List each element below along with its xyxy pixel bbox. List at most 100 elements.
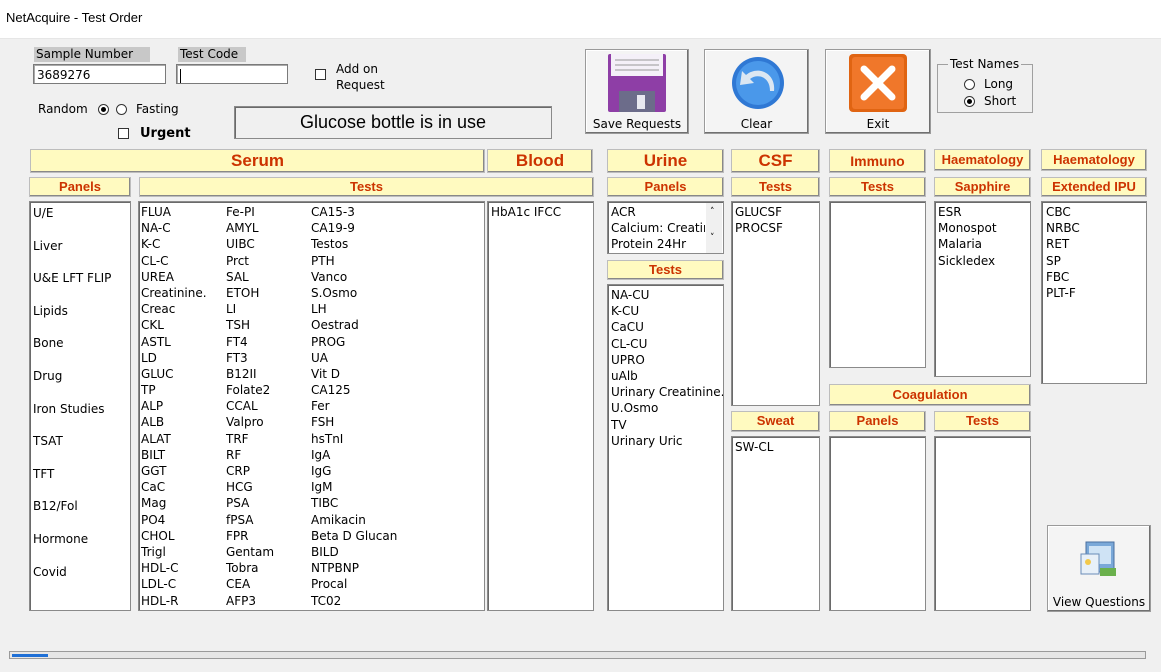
- serum-panel-item[interactable]: Hormone: [30, 528, 130, 561]
- long-names-radio[interactable]: [964, 79, 975, 90]
- serum-test-item[interactable]: Trigl: [141, 544, 225, 560]
- urine-test-item[interactable]: K-CU: [611, 303, 723, 319]
- serum-test-item[interactable]: CHOL: [141, 528, 225, 544]
- serum-test-item[interactable]: Beta D Glucan: [311, 528, 481, 544]
- serum-test-item[interactable]: ALB: [141, 414, 225, 430]
- clear-button[interactable]: Clear: [704, 49, 809, 134]
- sapphire-test-item[interactable]: Monospot: [938, 220, 997, 236]
- serum-panel-item[interactable]: Drug: [30, 365, 130, 398]
- serum-panel-item[interactable]: Iron Studies: [30, 398, 130, 431]
- urine-panel-item[interactable]: ACR: [611, 204, 705, 220]
- serum-test-item[interactable]: ALAT: [141, 431, 225, 447]
- serum-test-item[interactable]: FT4: [226, 334, 310, 350]
- serum-test-item[interactable]: hsTnI: [311, 431, 481, 447]
- serum-test-item[interactable]: fPSA: [226, 512, 310, 528]
- serum-test-item[interactable]: TC02: [311, 593, 481, 609]
- serum-test-item[interactable]: Prct: [226, 253, 310, 269]
- sample-number-input[interactable]: 3689276: [33, 64, 166, 84]
- serum-test-item[interactable]: CA19-9: [311, 220, 481, 236]
- sweat-tests-list[interactable]: SW-CL: [731, 436, 820, 611]
- extended-ipu-test-item[interactable]: CBC: [1046, 204, 1080, 220]
- urine-panels-scrollbar[interactable]: ˄ ˅: [706, 203, 722, 253]
- serum-test-item[interactable]: LI: [226, 301, 310, 317]
- blood-tests-list[interactable]: HbA1c IFCC: [487, 201, 594, 611]
- serum-test-item[interactable]: FT3: [226, 350, 310, 366]
- urine-panel-item[interactable]: Protein 24Hr: [611, 236, 705, 252]
- blood-test-item[interactable]: HbA1c IFCC: [491, 204, 561, 220]
- chevron-up-icon[interactable]: ˄: [710, 207, 715, 217]
- serum-test-item[interactable]: Procal: [311, 576, 481, 592]
- extended-ipu-test-item[interactable]: PLT-F: [1046, 285, 1080, 301]
- urine-test-item[interactable]: TV: [611, 417, 723, 433]
- urine-test-item[interactable]: CL-CU: [611, 336, 723, 352]
- serum-test-item[interactable]: Amikacin: [311, 512, 481, 528]
- serum-panel-item[interactable]: Covid: [30, 561, 130, 594]
- serum-panel-item[interactable]: TSAT: [30, 430, 130, 463]
- extended-ipu-test-item[interactable]: NRBC: [1046, 220, 1080, 236]
- save-requests-button[interactable]: Save Requests: [585, 49, 689, 134]
- serum-test-item[interactable]: PROG: [311, 334, 481, 350]
- urine-test-item[interactable]: CaCU: [611, 319, 723, 335]
- serum-test-item[interactable]: FSH: [311, 414, 481, 430]
- serum-test-item[interactable]: Testos: [311, 236, 481, 252]
- serum-test-item[interactable]: IgA: [311, 447, 481, 463]
- extended-ipu-test-item[interactable]: RET: [1046, 236, 1080, 252]
- serum-test-item[interactable]: FPR: [226, 528, 310, 544]
- serum-test-item[interactable]: PSA: [226, 495, 310, 511]
- serum-panel-item[interactable]: U/E: [30, 202, 130, 235]
- serum-test-item[interactable]: Vanco: [311, 269, 481, 285]
- serum-panels-list[interactable]: U/E Liver U&E LFT FLIP Lipids Bone Drug Iron S…: [29, 201, 131, 611]
- serum-test-item[interactable]: SAL: [226, 269, 310, 285]
- serum-panel-item[interactable]: Bone: [30, 332, 130, 365]
- urine-tests-list[interactable]: NA-CU K-CU CaCU CL-CU UPRO uAlb Urinary Creati…: [607, 284, 724, 611]
- urine-test-item[interactable]: UPRO: [611, 352, 723, 368]
- serum-test-item[interactable]: NA-C: [141, 220, 225, 236]
- serum-test-item[interactable]: CEA: [226, 576, 310, 592]
- serum-test-item[interactable]: Tobra: [226, 560, 310, 576]
- extended-ipu-test-item[interactable]: FBC: [1046, 269, 1080, 285]
- chevron-down-icon[interactable]: ˅: [710, 233, 715, 243]
- serum-test-item[interactable]: CaC: [141, 479, 225, 495]
- fasting-radio[interactable]: [116, 104, 127, 115]
- coagulation-panels-list[interactable]: [829, 436, 926, 611]
- csf-test-item[interactable]: PROCSF: [735, 220, 783, 236]
- serum-test-item[interactable]: LH: [311, 301, 481, 317]
- sapphire-test-item[interactable]: ESR: [938, 204, 997, 220]
- sapphire-test-item[interactable]: Sickledex: [938, 253, 997, 269]
- serum-panel-item[interactable]: B12/Fol: [30, 495, 130, 528]
- urine-panel-item[interactable]: Calcium: Creatinine: [611, 220, 705, 236]
- serum-panel-item[interactable]: U&E LFT FLIP: [30, 267, 130, 300]
- serum-test-item[interactable]: TRF: [226, 431, 310, 447]
- serum-test-item[interactable]: FLUA: [141, 204, 225, 220]
- serum-test-item[interactable]: ASTL: [141, 334, 225, 350]
- serum-test-item[interactable]: PTH: [311, 253, 481, 269]
- extended-ipu-test-item[interactable]: SP: [1046, 253, 1080, 269]
- serum-test-item[interactable]: AMYL: [226, 220, 310, 236]
- serum-test-item[interactable]: UA: [311, 350, 481, 366]
- urine-test-item[interactable]: NA-CU: [611, 287, 723, 303]
- serum-test-item[interactable]: UREA: [141, 269, 225, 285]
- serum-test-item[interactable]: HDL-R: [141, 593, 225, 609]
- serum-test-item[interactable]: NTPBNP: [311, 560, 481, 576]
- serum-test-item[interactable]: CCAL: [226, 398, 310, 414]
- immuno-tests-list[interactable]: [829, 201, 926, 368]
- serum-test-item[interactable]: TP: [141, 382, 225, 398]
- serum-panel-item[interactable]: Liver: [30, 235, 130, 268]
- serum-test-item[interactable]: RF: [226, 447, 310, 463]
- serum-test-item[interactable]: PO4: [141, 512, 225, 528]
- urgent-checkbox[interactable]: [118, 128, 129, 139]
- view-questions-button[interactable]: View Questions: [1047, 525, 1151, 612]
- add-on-request-checkbox[interactable]: [315, 69, 326, 80]
- serum-test-item[interactable]: CA125: [311, 382, 481, 398]
- serum-test-item[interactable]: Valpro: [226, 414, 310, 430]
- serum-test-item[interactable]: Folate2: [226, 382, 310, 398]
- serum-test-item[interactable]: TIBC: [311, 495, 481, 511]
- serum-test-item[interactable]: BILD: [311, 544, 481, 560]
- urine-test-item[interactable]: Urinary Uric: [611, 433, 723, 449]
- serum-panel-item[interactable]: TFT: [30, 463, 130, 496]
- serum-test-item[interactable]: Oestrad: [311, 317, 481, 333]
- serum-test-item[interactable]: GGT: [141, 463, 225, 479]
- serum-test-item[interactable]: CRP: [226, 463, 310, 479]
- urine-test-item[interactable]: U.Osmo: [611, 400, 723, 416]
- serum-test-item[interactable]: GLUC: [141, 366, 225, 382]
